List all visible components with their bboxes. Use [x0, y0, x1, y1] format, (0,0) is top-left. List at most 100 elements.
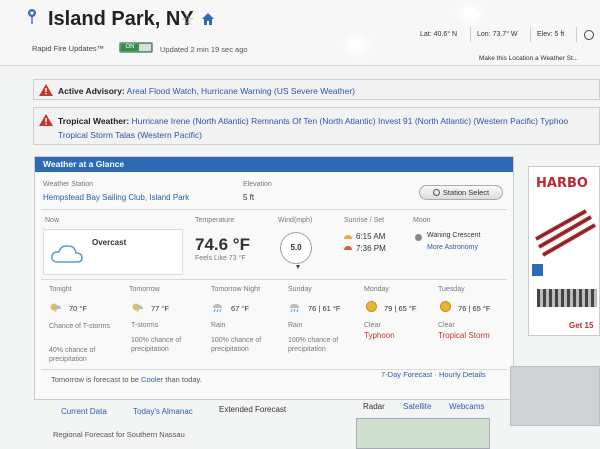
longitude: Lon: 73.7° W	[477, 31, 518, 38]
page: Island Park, NY ☆ Lat: 40.6° N Lon: 73.7…	[0, 0, 600, 449]
forecast-period: Sunday	[288, 286, 312, 293]
warning-icon	[39, 114, 53, 126]
tab-todays-almanac[interactable]: Today's Almanac	[133, 407, 193, 416]
tab-satellite[interactable]: Satellite	[403, 402, 431, 411]
wind-speed: 5.0	[290, 243, 302, 252]
forecast-period: Monday	[364, 286, 389, 293]
elevation-label: Elevation	[243, 181, 272, 188]
forecast-links: 7-Day Forecast · Hourly Details	[381, 370, 486, 379]
sunrise-time: 6:15 AM	[356, 232, 386, 241]
forecast-precip: 100% chance of precipitation	[288, 337, 339, 353]
sunrise-icon	[344, 235, 352, 239]
ad-prev-arrow-icon[interactable]	[532, 264, 543, 276]
tomorrow-word[interactable]: Cooler	[141, 375, 163, 384]
forecast-temp: 76 | 65 °F	[458, 304, 491, 313]
clear-sun-icon	[440, 301, 451, 312]
weather-at-a-glance-panel: Weather at a Glance Weather Station Hemp…	[34, 156, 514, 439]
panel-header: Weather at a Glance	[35, 157, 513, 172]
tropical-label: Tropical Weather:	[58, 116, 130, 126]
wind-dial: 5.0	[280, 232, 312, 264]
regional-forecast-title: Regional Forecast for Southern Nassau	[53, 430, 185, 439]
side-thumbnail[interactable]	[510, 366, 600, 426]
tomorrow-summary: Tomorrow is forecast to be Cooler than t…	[51, 375, 202, 384]
location-header: Island Park, NY ☆ Lat: 40.6° N Lon: 73.7…	[0, 0, 600, 66]
socket-set-image	[537, 289, 597, 307]
forecast-precip: 40% chance of precipitation	[49, 347, 96, 363]
divider	[576, 27, 577, 42]
tab-radar[interactable]: Radar	[363, 402, 385, 411]
tool-set-image	[535, 209, 596, 257]
harbor-freight-ad[interactable]: HARBO Get 15	[528, 166, 600, 336]
feels-like: Feels Like 73 °F	[195, 255, 246, 262]
rain-icon	[290, 304, 299, 313]
active-advisory-bar: Active Advisory: Areal Flood Watch, Hurr…	[33, 79, 600, 100]
hourly-details-link[interactable]: Hourly Details	[439, 370, 486, 379]
tomorrow-prefix: Tomorrow is forecast to be	[51, 375, 139, 384]
link-separator: ·	[432, 370, 439, 379]
tab-extended-forecast[interactable]: Extended Forecast	[219, 405, 286, 414]
home-icon[interactable]	[201, 12, 215, 26]
forecast-period: Tomorrow	[129, 286, 160, 293]
more-astronomy-link[interactable]: More Astronomy	[427, 244, 478, 251]
tab-current-data[interactable]: Current Data	[61, 407, 107, 416]
rain-icon	[213, 304, 222, 313]
elevation: Elev: 5 ft	[537, 31, 565, 38]
station-name-link[interactable]: Hempstead Bay Sailing Club, Island Park	[43, 193, 189, 202]
rapid-fire-toggle[interactable]: ON	[119, 42, 153, 53]
star-icon[interactable]: ☆	[181, 11, 194, 29]
forecast-temp: 77 °F	[151, 304, 170, 313]
divider	[470, 27, 471, 42]
station-label: Weather Station	[43, 181, 94, 188]
last-updated: Updated 2 min 19 sec ago	[160, 45, 248, 54]
location-pin-icon	[28, 9, 36, 24]
forecast-precip: 100% chance of precipitation	[131, 337, 182, 353]
seven-day-forecast-link[interactable]: 7-Day Forecast	[381, 370, 432, 379]
forecast-condition: Clear	[364, 322, 381, 329]
make-location-link[interactable]: Make this Location a Weather St...	[479, 55, 578, 62]
clock-icon[interactable]	[584, 30, 594, 40]
forecast-storm-link[interactable]: Typhoon	[364, 331, 395, 340]
temperature-label: Temperature	[195, 217, 235, 224]
station-select-label: Station Select	[442, 188, 490, 197]
forecast-temp: 76 | 61 °F	[308, 304, 341, 313]
panel-title: Weather at a Glance	[43, 159, 125, 169]
forecast-temp: 67 °F	[231, 304, 250, 313]
radar-map-thumbnail[interactable]	[356, 418, 490, 449]
clear-sun-icon	[366, 301, 377, 312]
cloud-icon	[51, 245, 83, 263]
screen-glare	[350, 40, 364, 50]
divider	[41, 279, 507, 280]
moon-label: Moon	[413, 217, 431, 224]
advisory-label: Active Advisory:	[58, 86, 125, 96]
forecast-storm-link[interactable]: Tropical Storm	[438, 331, 490, 340]
station-icon	[432, 189, 440, 196]
sunset-icon	[344, 246, 352, 250]
tomorrow-suffix: than today.	[165, 375, 202, 384]
rapid-fire-label: Rapid Fire Updates™	[32, 44, 105, 53]
sunset-time: 7:36 PM	[356, 244, 386, 253]
forecast-condition: Clear	[438, 322, 455, 329]
ad-title: HARBO	[536, 176, 588, 191]
current-temperature: 74.6 °F	[195, 235, 250, 254]
storm-icon	[132, 303, 143, 313]
forecast-condition: T-storms	[131, 322, 159, 329]
tropical-storm-talas-link[interactable]: Tropical Storm Talas (Western Pacific)	[58, 130, 202, 140]
divider	[41, 209, 507, 210]
now-label: Now	[45, 217, 60, 224]
sunrise-sunset-label: Sunrise / Set	[344, 217, 385, 224]
divider	[530, 27, 531, 42]
location-title: Island Park, NY	[48, 8, 194, 30]
tab-webcams[interactable]: Webcams	[449, 402, 484, 411]
toggle-knob	[139, 44, 151, 51]
latitude: Lat: 40.6° N	[420, 31, 458, 38]
tropical-storms-links[interactable]: Hurricane Irene (North Atlantic) Remnant…	[132, 116, 569, 126]
moon-phase-icon	[415, 234, 422, 241]
current-condition-box: Overcast	[43, 229, 183, 275]
ad-cta[interactable]: Get 15	[569, 321, 593, 330]
storm-icon	[50, 303, 61, 313]
station-select-button[interactable]: Station Select	[419, 185, 503, 200]
forecast-period: Tuesday	[438, 286, 465, 293]
forecast-condition: Chance of T-storms	[49, 323, 110, 330]
tropical-weather-bar: Tropical Weather: Hurricane Irene (North…	[33, 107, 600, 145]
advisory-links[interactable]: Areal Flood Watch, Hurricane Warning (US…	[127, 86, 355, 96]
